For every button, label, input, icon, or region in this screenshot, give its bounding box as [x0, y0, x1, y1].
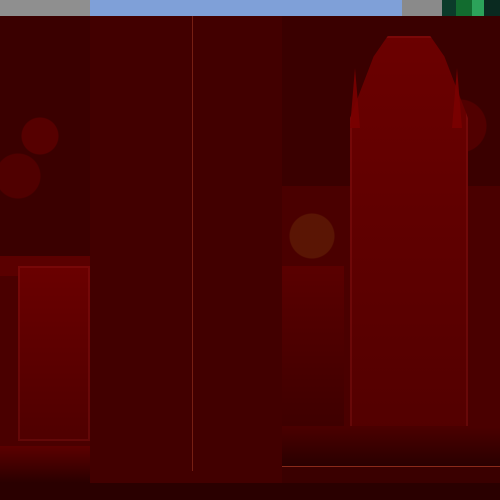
- top-bar: [0, 0, 500, 16]
- bottom-margin: [0, 483, 500, 500]
- left-building: [18, 266, 90, 441]
- gothic-tower: [350, 36, 468, 446]
- middle-divider: [192, 16, 193, 471]
- left-image-panel: [0, 16, 91, 483]
- top-right-thumbnail: [442, 0, 500, 16]
- right-side-building: [282, 266, 344, 436]
- middle-panel: [90, 16, 282, 483]
- right-street: [282, 426, 500, 466]
- right-image-panel: [282, 16, 500, 467]
- left-street: [0, 446, 90, 483]
